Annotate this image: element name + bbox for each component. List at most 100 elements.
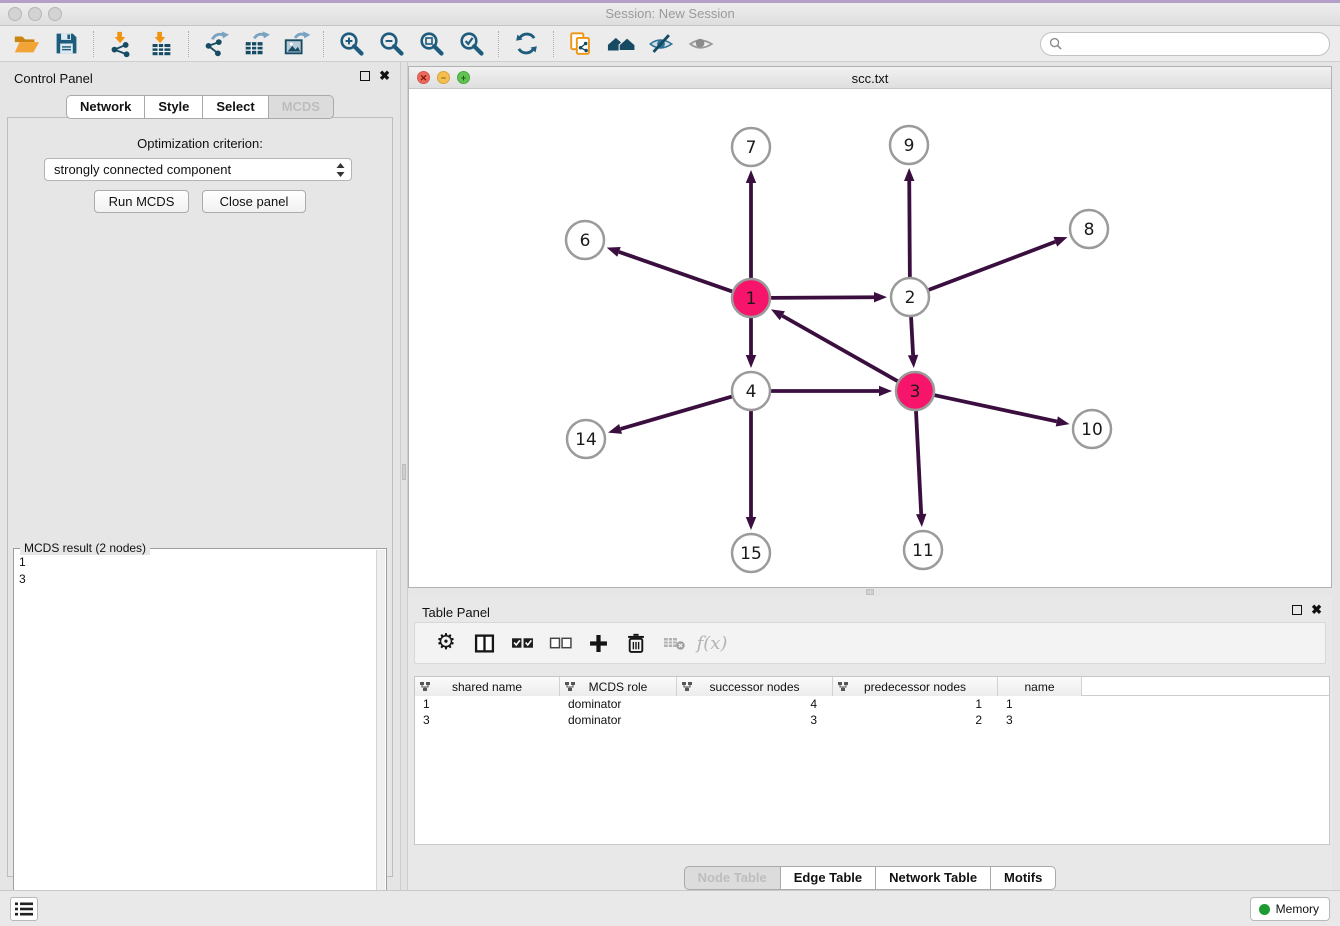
arrowhead: [908, 355, 918, 368]
edge-2-8[interactable]: [929, 242, 1056, 290]
tab-node-table[interactable]: Node Table: [684, 866, 781, 890]
deselect-all-columns-button[interactable]: [541, 626, 579, 660]
column-header-MCDS-role[interactable]: MCDS role: [560, 677, 677, 696]
edge-1-6[interactable]: [619, 252, 732, 292]
fx-icon: f(x): [697, 633, 728, 654]
node-table[interactable]: shared nameMCDS rolesuccessor nodesprede…: [414, 676, 1330, 845]
export-image-button[interactable]: [276, 28, 316, 60]
application-window: Session: New Session: [0, 0, 1340, 926]
import-network-button[interactable]: [101, 28, 141, 60]
node-label-3: 3: [910, 382, 921, 402]
node-label-9: 9: [904, 136, 915, 156]
refresh-button[interactable]: [506, 28, 546, 60]
criterion-dropdown[interactable]: strongly connected component: [44, 158, 352, 181]
open-session-button[interactable]: [6, 28, 46, 60]
export-network-button[interactable]: [196, 28, 236, 60]
edge-4-14[interactable]: [621, 397, 732, 429]
node-label-11: 11: [912, 541, 934, 561]
tab-select[interactable]: Select: [203, 95, 268, 119]
tab-network-table[interactable]: Network Table: [876, 866, 991, 890]
table-settings-button[interactable]: ⚙: [427, 626, 465, 660]
zoom-in-button[interactable]: [331, 28, 371, 60]
control-panel-header: Control Panel ✖: [0, 62, 400, 90]
edge-2-3[interactable]: [911, 317, 913, 355]
horizontal-splitter[interactable]: [408, 588, 1332, 596]
close-panel-button[interactable]: Close panel: [202, 190, 306, 213]
delete-row-button[interactable]: [617, 626, 655, 660]
column-header-predecessor-nodes[interactable]: predecessor nodes: [833, 677, 998, 696]
network-window-titlebar: ✕ − + scc.txt: [409, 67, 1331, 89]
home-button[interactable]: [601, 28, 641, 60]
edge-3-10[interactable]: [935, 395, 1057, 421]
arrowhead: [746, 170, 756, 183]
edge-1-2[interactable]: [771, 297, 874, 298]
column-header-name[interactable]: name: [998, 677, 1082, 696]
close-panel-icon[interactable]: ✖: [1311, 605, 1322, 615]
zoom-selected-button[interactable]: [451, 28, 491, 60]
table-panel-title: Table Panel: [422, 605, 490, 620]
hide-selected-button[interactable]: [641, 28, 681, 60]
tab-edge-table[interactable]: Edge Table: [781, 866, 876, 890]
window-top-border: [0, 0, 1340, 3]
cell: 1: [415, 696, 560, 712]
export-table-button[interactable]: [236, 28, 276, 60]
run-mcds-button[interactable]: Run MCDS: [94, 190, 189, 213]
arrowhead: [746, 355, 756, 368]
network-window-title: scc.txt: [409, 71, 1331, 86]
checked-boxes-icon: [511, 636, 534, 650]
zoom-selected-icon: [458, 30, 485, 57]
node-label-1: 1: [746, 289, 757, 309]
splitter-handle[interactable]: [866, 589, 874, 595]
main-toolbar: [0, 26, 1340, 62]
tab-motifs[interactable]: Motifs: [991, 866, 1056, 890]
cell: 2: [833, 712, 998, 728]
import-network-icon: [107, 30, 135, 58]
show-all-button[interactable]: [681, 28, 721, 60]
add-row-button[interactable]: [579, 626, 617, 660]
mcds-pane: Optimization criterion: strongly connect…: [7, 117, 393, 877]
eye-icon: [687, 30, 715, 58]
float-panel-icon[interactable]: [1292, 605, 1302, 615]
eye-slash-icon: [647, 30, 675, 58]
show-columns-button[interactable]: [465, 626, 503, 660]
table-tabs: Node TableEdge TableNetwork TableMotifs: [408, 866, 1332, 890]
zoom-out-button[interactable]: [371, 28, 411, 60]
memory-button[interactable]: Memory: [1250, 897, 1330, 921]
network-graph-canvas[interactable]: 1234678910111415: [409, 89, 1331, 587]
save-session-button[interactable]: [46, 28, 86, 60]
float-panel-icon[interactable]: [360, 71, 370, 81]
tab-mcds[interactable]: MCDS: [269, 95, 334, 119]
table-row[interactable]: 3dominator323: [415, 712, 1329, 728]
edge-3-11[interactable]: [916, 411, 921, 514]
toolbar-separator: [498, 31, 499, 57]
memory-status-icon: [1259, 904, 1270, 915]
arrowhead: [746, 517, 756, 530]
zoom-fit-button[interactable]: [411, 28, 451, 60]
vertical-splitter[interactable]: [400, 62, 408, 890]
column-header-successor-nodes[interactable]: successor nodes: [677, 677, 833, 696]
toolbar-separator: [323, 31, 324, 57]
search-box[interactable]: [1040, 32, 1330, 56]
control-panel-title: Control Panel: [14, 71, 93, 86]
select-all-columns-button[interactable]: [503, 626, 541, 660]
splitter-handle[interactable]: [402, 464, 406, 480]
tab-network[interactable]: Network: [66, 95, 145, 119]
optimization-criterion-label: Optimization criterion:: [8, 136, 392, 151]
import-table-button[interactable]: [141, 28, 181, 60]
search-icon: [1049, 37, 1062, 50]
task-history-button[interactable]: [10, 897, 38, 921]
column-header-shared-name[interactable]: shared name: [415, 677, 560, 696]
edge-3-1[interactable]: [782, 316, 897, 381]
cell: 3: [998, 712, 1082, 728]
arrowhead: [608, 424, 622, 434]
zoom-in-icon: [338, 30, 365, 57]
copy-network-button[interactable]: [561, 28, 601, 60]
edge-2-9[interactable]: [909, 181, 910, 277]
tab-style[interactable]: Style: [145, 95, 203, 119]
table-row[interactable]: 1dominator411: [415, 696, 1329, 712]
save-floppy-icon: [53, 30, 80, 57]
mcds-result-lines: 13: [14, 552, 374, 588]
result-scrollbar[interactable]: [376, 550, 385, 926]
search-input[interactable]: [1067, 37, 1321, 51]
close-panel-icon[interactable]: ✖: [379, 71, 390, 81]
